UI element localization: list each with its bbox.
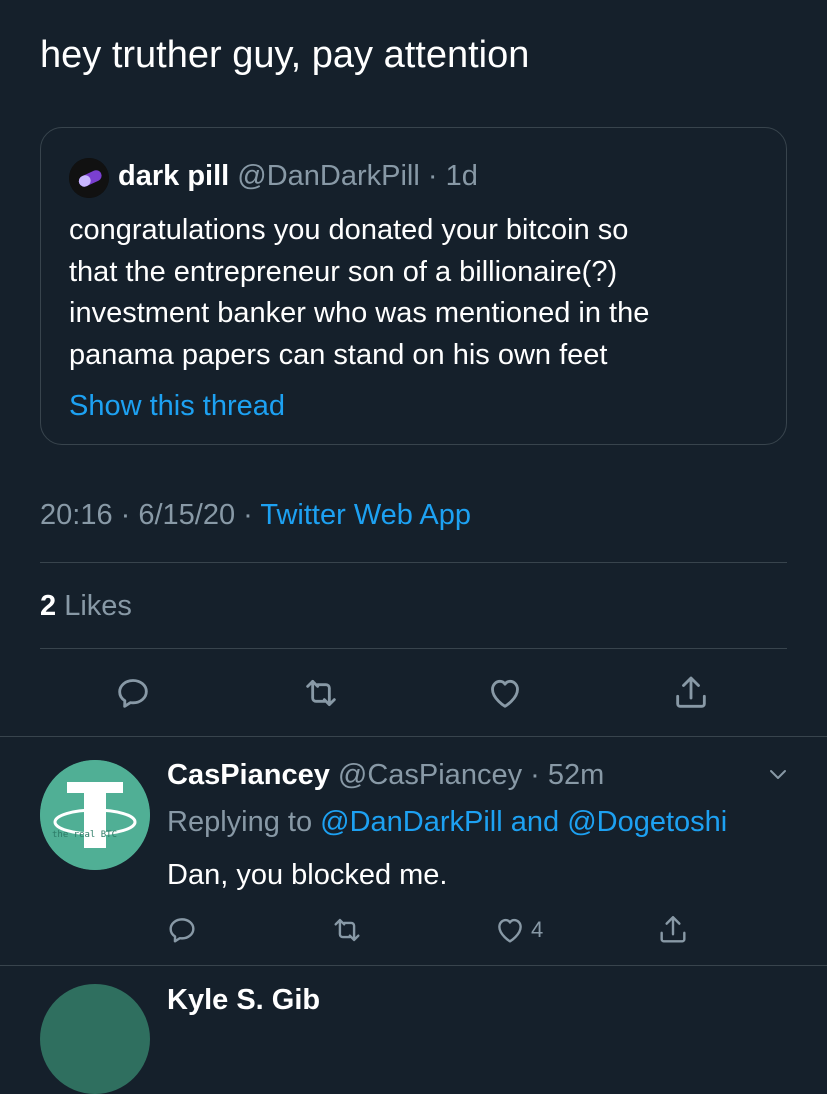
reply-user-name[interactable]: CasPiancey <box>167 759 330 791</box>
tweet-timestamp[interactable]: 20:16 · 6/15/20 · <box>40 499 253 531</box>
reply-button[interactable] <box>108 668 158 718</box>
quoted-tweet-card[interactable]: dark pill @DanDarkPill · 1d congratulati… <box>40 127 787 445</box>
tweet-source-link[interactable]: Twitter Web App <box>260 499 471 531</box>
divider <box>40 648 787 649</box>
quoted-tweet-age: · 1d <box>427 160 478 192</box>
reply-like-count: 4 <box>531 917 544 942</box>
avatar-caption: the real BTC <box>52 830 118 840</box>
quoted-tweet-line: investment banker who was mentioned in t… <box>69 297 650 329</box>
reply-share-button[interactable] <box>656 910 690 950</box>
quoted-tweet-line: congratulations you donated your bitcoin… <box>69 214 629 246</box>
like-button[interactable] <box>480 668 530 718</box>
quoted-tweet-line: that the entrepreneur son of a billionai… <box>69 255 618 288</box>
next-reply-avatar[interactable] <box>40 984 150 1094</box>
tweet-text: hey truther guy, pay attention <box>40 34 530 76</box>
divider <box>40 562 787 563</box>
quoted-tweet-body: congratulations you donated your bitcoin… <box>69 210 759 376</box>
retweet-icon <box>306 679 336 707</box>
chevron-down-icon <box>770 770 786 779</box>
retweet-button[interactable] <box>296 668 346 718</box>
show-thread-link[interactable]: Show this thread <box>69 386 285 426</box>
next-reply-name[interactable]: Kyle S. Gib <box>167 980 320 1020</box>
retweet-icon <box>334 918 360 942</box>
reply-user-avatar[interactable]: the real BTC <box>40 760 150 870</box>
heart-icon <box>498 918 522 943</box>
share-icon <box>660 916 686 943</box>
divider <box>0 736 827 737</box>
likes-label: Likes <box>64 590 132 622</box>
quoted-tweet-header: dark pill @DanDarkPill · 1d <box>118 158 478 194</box>
reply-user-handle[interactable]: @CasPiancey <box>338 759 522 791</box>
tweet-meta: 20:16 · 6/15/20 · Twitter Web App <box>40 495 471 535</box>
replying-to: Replying to @DanDarkPill and @Dogetoshi <box>167 802 727 842</box>
quoted-user-avatar[interactable] <box>69 158 109 198</box>
heart-icon <box>491 679 519 708</box>
reply-like-button[interactable]: 4 <box>493 910 543 950</box>
share-icon <box>676 676 706 708</box>
quoted-user-handle[interactable]: @DanDarkPill <box>237 160 420 192</box>
reply-icon <box>169 918 195 943</box>
reply-icon <box>118 679 148 708</box>
replying-to-users[interactable]: @DanDarkPill and @Dogetoshi <box>320 806 727 838</box>
replying-to-prefix: Replying to <box>167 806 313 838</box>
likes-summary[interactable]: 2 Likes <box>40 586 132 626</box>
share-button[interactable] <box>666 668 716 718</box>
reply-reply-button[interactable] <box>165 910 199 950</box>
likes-count: 2 <box>40 590 57 622</box>
reply-age: · 52m <box>530 759 605 791</box>
reply-text: Dan, you blocked me. <box>167 859 448 891</box>
more-options-button[interactable] <box>764 762 792 791</box>
reply-retweet-button[interactable] <box>328 910 366 950</box>
divider <box>0 965 827 966</box>
reply-header: CasPiancey @CasPiancey · 52m <box>167 755 604 795</box>
quoted-tweet-line: panama papers can stand on his own feet <box>69 338 608 371</box>
quoted-user-name[interactable]: dark pill <box>118 160 229 192</box>
